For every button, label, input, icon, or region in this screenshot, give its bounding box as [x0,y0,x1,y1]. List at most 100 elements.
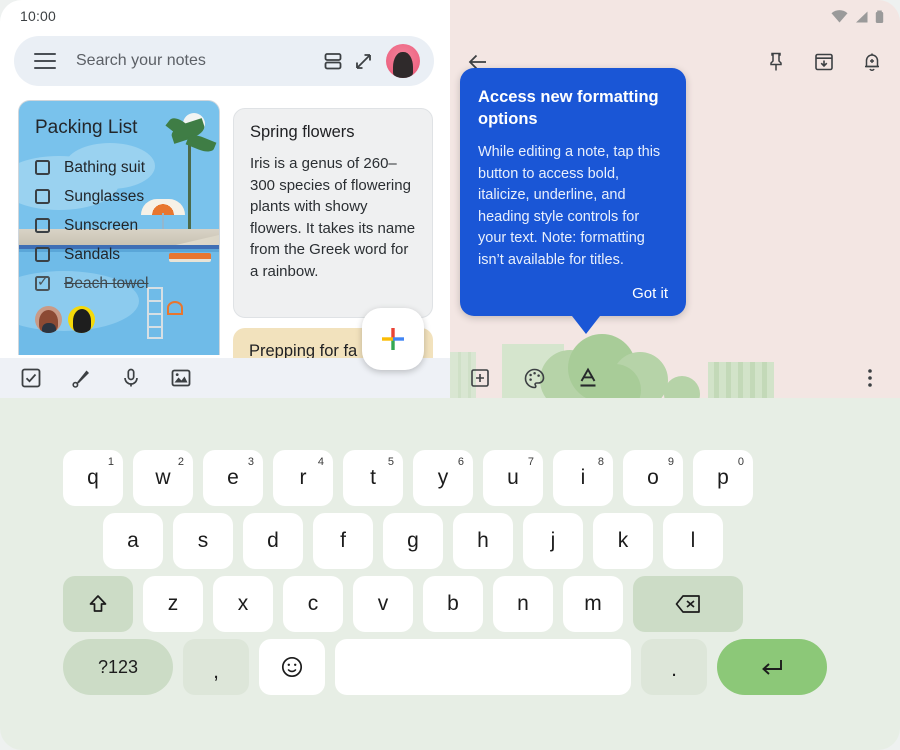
note-card-packing-list[interactable]: Packing List Bathing suit Sunglasses Sun… [18,100,220,355]
key-e[interactable]: e 3 [203,450,263,506]
tooltip-got-it-button[interactable]: Got it [478,285,668,302]
key-g[interactable]: g [383,513,443,569]
checkbox-icon[interactable] [35,160,50,175]
create-note-fab[interactable] [362,308,424,370]
collaborator-avatar-1 [35,306,62,333]
key-b[interactable]: b [423,576,483,632]
phone-screen: 10:00 Search your notes Packing List Bat… [0,0,900,750]
note-card-spring-flowers[interactable]: Spring flowers Iris is a genus of 260–30… [233,108,433,318]
checklist-item-label: Sandals [64,245,121,263]
list-view-icon[interactable] [320,48,346,74]
key-label: l [690,529,696,552]
search-input[interactable]: Search your notes [76,52,316,70]
checklist-item-label: Bathing suit [64,158,145,176]
account-avatar[interactable] [386,44,420,78]
key-c[interactable]: c [283,576,343,632]
key-y[interactable]: y 6 [413,450,473,506]
key-label: c [307,592,319,615]
tooltip-body: While editing a note, tap this button to… [478,144,661,268]
comma-key[interactable]: , [183,639,249,695]
key-label: w [155,466,171,489]
key-f[interactable]: f [313,513,373,569]
new-drawing-icon[interactable] [68,365,94,391]
checklist-item[interactable]: Sandals [35,240,205,269]
expand-diagonal-icon[interactable] [350,48,376,74]
card-title: Spring flowers [250,123,355,141]
overflow-menu-icon[interactable] [856,364,884,392]
key-a[interactable]: a [103,513,163,569]
key-number: 9 [667,456,674,468]
key-number: 3 [247,456,254,468]
period-key[interactable]: . [641,639,707,695]
key-label: d [267,529,279,552]
key-label: v [377,592,389,615]
formatting-tooltip[interactable]: Access new formatting options While edit… [460,68,686,334]
key-i[interactable]: i 8 [553,450,613,506]
checklist-item[interactable]: Sunglasses [35,182,205,211]
key-u[interactable]: u 7 [483,450,543,506]
notes-list-pane: 10:00 Search your notes Packing List Bat… [0,0,450,398]
space-key[interactable] [335,639,631,695]
color-palette-icon[interactable] [520,364,548,392]
backspace-key[interactable] [633,576,743,632]
checklist-item[interactable]: Beach towel [35,269,205,298]
key-j[interactable]: j [523,513,583,569]
emoji-key[interactable] [259,639,325,695]
checklist-item-label: Sunglasses [64,187,145,205]
shift-key[interactable] [63,576,133,632]
key-n[interactable]: n [493,576,553,632]
key-w[interactable]: w 2 [133,450,193,506]
key-label: u [507,466,519,489]
key-x[interactable]: x [213,576,273,632]
key-number: 2 [177,456,184,468]
checkbox-checked-icon[interactable] [35,273,50,291]
key-label: k [617,529,629,552]
text-format-icon[interactable] [574,364,602,392]
key-z[interactable]: z [143,576,203,632]
collaborator-avatars [35,306,205,333]
key-label: m [584,592,602,615]
checkbox-icon[interactable] [35,189,50,204]
key-o[interactable]: o 9 [623,450,683,506]
key-h[interactable]: h [453,513,513,569]
card-body: Iris is a genus of 260–300 species of fl… [250,155,416,280]
key-v[interactable]: v [353,576,413,632]
archive-button[interactable] [810,48,838,76]
key-label: b [447,592,459,615]
key-number: 1 [107,456,114,468]
key-m[interactable]: m [563,576,623,632]
key-t[interactable]: t 5 [343,450,403,506]
key-label: p [717,466,729,489]
key-label: s [197,529,209,552]
new-checklist-icon[interactable] [18,365,44,391]
checklist-item[interactable]: Bathing suit [35,153,205,182]
key-q[interactable]: q 1 [63,450,123,506]
enter-key[interactable] [717,639,827,695]
key-k[interactable]: k [593,513,653,569]
checklist-item-label: Beach towel [64,274,149,292]
checkbox-icon[interactable] [35,247,50,262]
add-attachment-icon[interactable] [466,364,494,392]
new-voice-note-icon[interactable] [118,365,144,391]
key-number: 8 [597,456,604,468]
pin-button[interactable] [762,48,790,76]
keyboard-row-3: z x c v b n m [63,576,743,632]
checkbox-icon[interactable] [35,218,50,233]
key-label: n [517,592,529,615]
key-p[interactable]: p 0 [693,450,753,506]
tooltip-pointer [572,316,600,334]
checklist-item[interactable]: Sunscreen [35,211,205,240]
hamburger-menu-icon[interactable] [34,53,56,69]
new-image-note-icon[interactable] [168,365,194,391]
key-l[interactable]: l [663,513,723,569]
key-number: 7 [527,456,534,468]
key-r[interactable]: r 4 [273,450,333,506]
reminder-button[interactable] [858,48,886,76]
cellular-signal-icon [856,11,868,23]
search-bar[interactable]: Search your notes [14,36,434,86]
status-bar-icons [831,10,884,24]
key-number: 6 [457,456,464,468]
key-d[interactable]: d [243,513,303,569]
key-s[interactable]: s [173,513,233,569]
symbols-key[interactable]: ?123 [63,639,173,695]
